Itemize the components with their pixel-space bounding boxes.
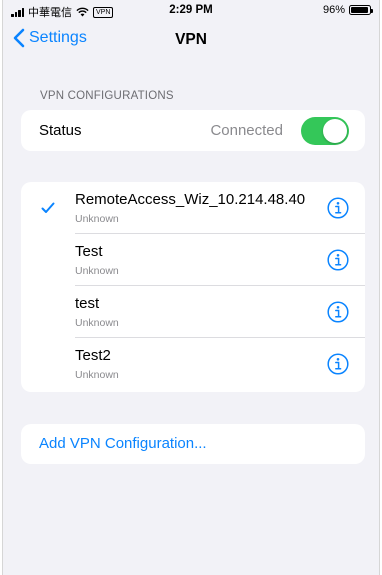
status-bar: 中華電信 VPN 2:29 PM 96% [3, 0, 379, 22]
vpn-configuration-row[interactable]: Test2 Unknown [21, 338, 365, 390]
back-button[interactable]: Settings [13, 28, 87, 48]
status-label: Status [39, 122, 82, 139]
back-button-label: Settings [29, 29, 87, 46]
vpn-configuration-status: Unknown [75, 369, 119, 381]
info-circle-icon[interactable] [327, 197, 349, 219]
battery-icon [349, 5, 373, 15]
toggle-knob [323, 119, 347, 143]
status-row: Status Connected [21, 110, 365, 151]
vpn-configuration-name: RemoteAccess_Wiz_10.214.48.40 [75, 191, 306, 208]
add-vpn-configuration-button[interactable]: Add VPN Configuration... [21, 424, 365, 464]
status-value: Connected [210, 122, 283, 139]
vpn-settings-screen: 中華電信 VPN 2:29 PM 96% Settings VPN VPN CO… [2, 0, 380, 575]
vpn-configuration-name: test [75, 295, 100, 312]
navigation-bar: Settings VPN [3, 22, 379, 58]
vpn-configuration-name: Test [75, 243, 103, 260]
vpn-configuration-row[interactable]: RemoteAccess_Wiz_10.214.48.40 Unknown [21, 182, 365, 234]
vpn-configuration-row[interactable]: test Unknown [21, 286, 365, 338]
vpn-configuration-status: Unknown [75, 213, 119, 225]
battery-level-fill [351, 7, 369, 13]
vpn-configuration-row[interactable]: Test Unknown [21, 234, 365, 286]
vpn-configuration-status: Unknown [75, 265, 119, 277]
info-circle-icon[interactable] [327, 353, 349, 375]
info-circle-icon[interactable] [327, 249, 349, 271]
status-bar-right: 96% [322, 4, 373, 16]
vpn-configuration-name: Test2 [75, 347, 111, 364]
add-vpn-configuration-label: Add VPN Configuration... [39, 435, 207, 452]
info-circle-icon[interactable] [327, 301, 349, 323]
vpn-configuration-status: Unknown [75, 317, 119, 329]
battery-percentage: 96% [322, 4, 345, 16]
vpn-configurations-header: VPN CONFIGURATIONS [40, 90, 174, 102]
vpn-status-toggle[interactable] [301, 117, 349, 145]
checkmark-icon [41, 202, 55, 213]
vpn-configurations-list: RemoteAccess_Wiz_10.214.48.40 Unknown Test… [21, 182, 365, 392]
chevron-left-icon [13, 28, 25, 48]
